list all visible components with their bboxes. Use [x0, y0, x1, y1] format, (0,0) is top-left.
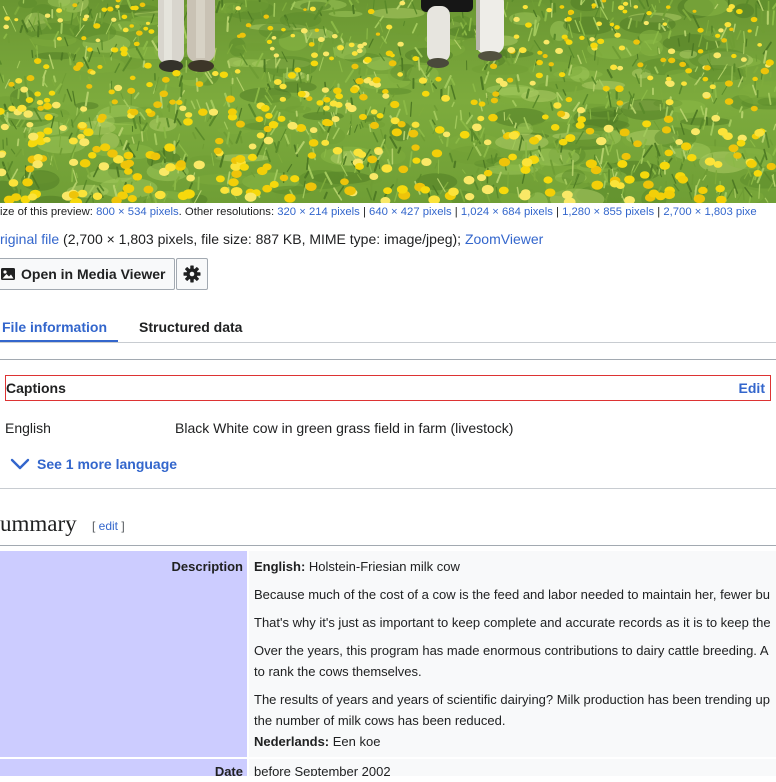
- divider: [0, 488, 776, 489]
- date-value: before September 2002: [249, 759, 776, 776]
- media-viewer-settings-button[interactable]: [176, 258, 208, 290]
- resolution-separator: |: [452, 206, 461, 218]
- chevron-down-icon: [10, 458, 37, 470]
- original-file-link[interactable]: riginal file: [0, 231, 59, 247]
- description-line: Over the years, this program has made en…: [254, 640, 776, 661]
- description-english: English: Holstein-Friesian milk cow: [254, 556, 776, 577]
- edit-bracket-close: ]: [118, 519, 125, 533]
- resolution-link[interactable]: 1,024 × 684 pixels: [461, 206, 553, 218]
- resolution-separator: |: [654, 206, 663, 218]
- summary-heading: ummary: [0, 509, 77, 539]
- other-resolutions-label: . Other resolutions:: [179, 206, 278, 218]
- resolution-link[interactable]: 640 × 427 pixels: [369, 206, 452, 218]
- tab-structured-data[interactable]: Structured data: [139, 312, 242, 342]
- description-paragraph: Over the years, this program has made en…: [254, 640, 776, 682]
- resolution-link[interactable]: 2,700 × 1,803 pixe: [663, 206, 756, 218]
- original-file-details: (2,700 × 1,803 pixels, file size: 887 KB…: [59, 231, 465, 247]
- caption-text: Black White cow in green grass field in …: [175, 419, 513, 437]
- zoomviewer-link[interactable]: ZoomViewer: [465, 231, 543, 247]
- resolution-info: ize of this preview: 800 × 534 pixels. O…: [0, 204, 776, 220]
- captions-title: Captions: [6, 376, 66, 400]
- heading-underline: [0, 545, 776, 546]
- description-value: English: Holstein-Friesian milk cow Beca…: [249, 551, 776, 757]
- divider: [0, 359, 776, 360]
- description-text: Holstein-Friesian milk cow: [305, 559, 460, 574]
- language-label: Nederlands:: [254, 734, 329, 749]
- description-paragraph: Because much of the cost of a cow is the…: [254, 584, 776, 605]
- original-file-info: riginal file (2,700 × 1,803 pixels, file…: [0, 230, 776, 248]
- file-preview-image[interactable]: [0, 0, 776, 203]
- gear-icon: [183, 265, 201, 283]
- resolution-separator: |: [553, 206, 562, 218]
- see-more-languages-label: See 1 more language: [37, 455, 177, 473]
- resolution-prefix: ize of this preview:: [0, 206, 96, 218]
- description-line: the number of milk cows has been reduced…: [254, 710, 776, 731]
- language-label: English:: [254, 559, 305, 574]
- description-line: to rank the cows themselves.: [254, 661, 776, 682]
- description-paragraph: The results of years and years of scient…: [254, 689, 776, 731]
- date-label: Date: [0, 759, 247, 776]
- description-nederlands: Nederlands: Een koe: [254, 731, 776, 752]
- description-line: That's why it's just as important to kee…: [254, 612, 776, 633]
- open-in-media-viewer-label: Open in Media Viewer: [21, 266, 165, 282]
- image-icon: [1, 268, 15, 280]
- summary-edit-link[interactable]: edit: [99, 519, 118, 533]
- resolution-separator: |: [360, 206, 369, 218]
- caption-language: English: [5, 419, 51, 437]
- description-label: Description: [0, 551, 247, 757]
- preview-size-link[interactable]: 800 × 534 pixels: [96, 206, 179, 218]
- captions-header: Captions Edit: [5, 375, 771, 401]
- description-text: Een koe: [329, 734, 380, 749]
- resolution-link[interactable]: 320 × 214 pixels: [277, 206, 360, 218]
- resolution-link[interactable]: 1,280 × 855 pixels: [562, 206, 654, 218]
- captions-edit-link[interactable]: Edit: [739, 376, 765, 400]
- summary-edit-section: [ edit ]: [92, 518, 125, 534]
- edit-bracket-open: [: [92, 519, 99, 533]
- description-line: The results of years and years of scient…: [254, 689, 776, 710]
- see-more-languages-toggle[interactable]: See 1 more language: [10, 455, 177, 473]
- description-paragraph: That's why it's just as important to kee…: [254, 612, 776, 633]
- date-text: before September 2002: [254, 761, 776, 776]
- file-page-tabs: File information Structured data: [0, 312, 776, 343]
- tab-file-information[interactable]: File information: [0, 312, 118, 342]
- description-line: Because much of the cost of a cow is the…: [254, 584, 776, 605]
- open-in-media-viewer-button[interactable]: Open in Media Viewer: [0, 258, 175, 290]
